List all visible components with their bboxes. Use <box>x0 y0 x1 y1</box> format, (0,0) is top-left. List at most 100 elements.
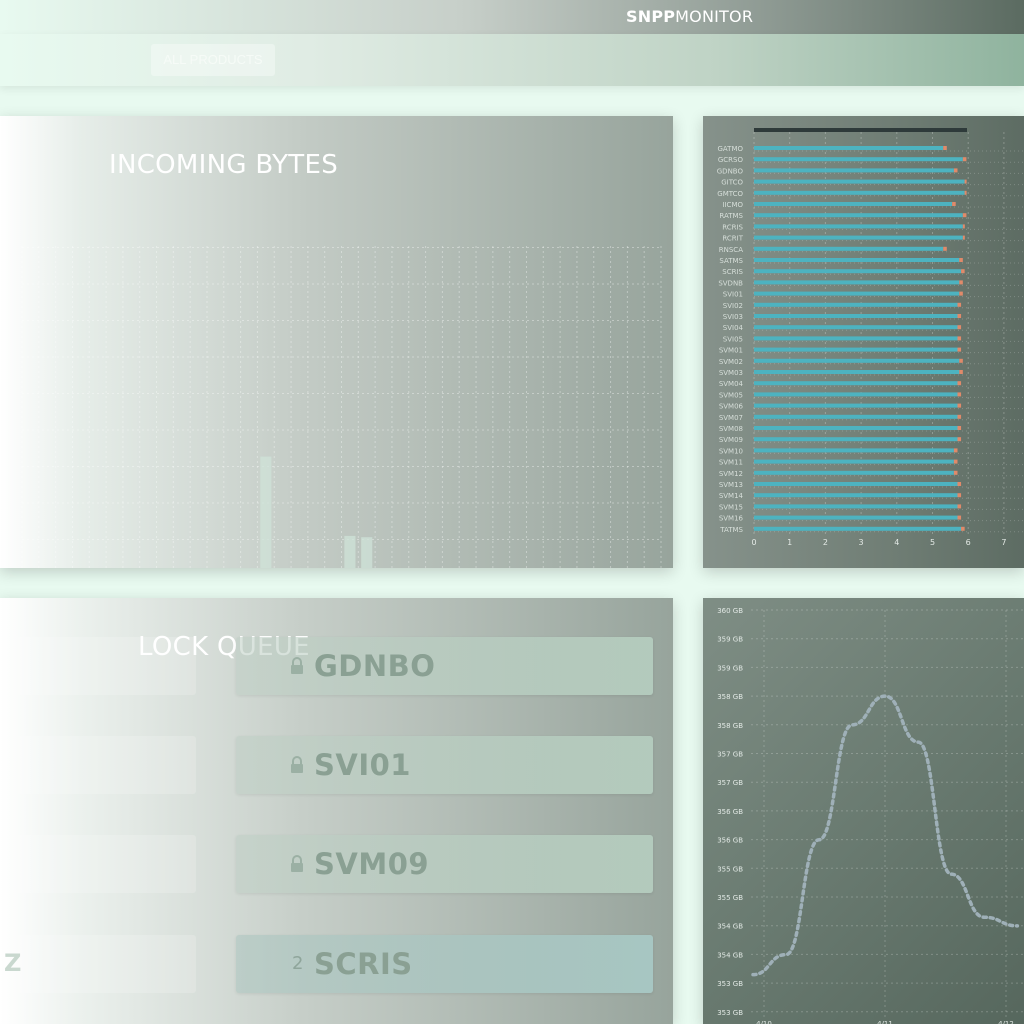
bar <box>754 482 958 486</box>
lock-item-name: SCRIS <box>314 947 413 981</box>
bar-tail <box>959 370 963 374</box>
bar-tail <box>959 291 963 296</box>
x-tick-label: 6 <box>966 538 971 547</box>
bar <box>754 235 963 240</box>
bar <box>754 202 953 206</box>
lock-queue-left-slot[interactable]: Z <box>0 935 196 993</box>
lock-queue-left-slot[interactable] <box>0 736 196 794</box>
lock-queue-left-stub: Z <box>4 949 22 977</box>
y-tick-label: SVI02 <box>723 302 743 310</box>
y-tick-label: GITCO <box>721 179 743 187</box>
lock-queue-panel: LOCK QUEUE Z GDNBO SVI01 SVM09 2 SCRIS <box>0 598 673 1024</box>
y-tick-label: RATMS <box>719 212 743 220</box>
x-tick-label: 2 <box>823 538 828 547</box>
lock-icon <box>291 855 303 872</box>
y-tick-label: 355 GB <box>717 865 743 873</box>
bar <box>754 213 963 218</box>
bar <box>754 370 960 374</box>
bar-tail <box>959 258 963 262</box>
bar-tail <box>959 358 963 363</box>
lock-queue-item[interactable]: SVM09 <box>236 835 653 893</box>
y-tick-label: SVM06 <box>719 403 744 411</box>
y-tick-label: IICMO <box>722 201 743 209</box>
y-tick-label: 354 GB <box>717 951 743 959</box>
bar <box>754 347 958 352</box>
y-tick-label: SCRIS <box>722 268 743 276</box>
x-tick-label: 7 <box>1001 538 1006 547</box>
top-bar: SNPPMONITOR <box>0 0 1024 34</box>
lock-queue-item[interactable]: GDNBO <box>236 637 653 695</box>
lock-queue-item[interactable]: 2 SCRIS <box>236 935 653 993</box>
x-tick-label: 0 <box>751 538 756 547</box>
bar <box>754 246 944 251</box>
bar <box>754 381 958 386</box>
bar <box>754 470 954 475</box>
y-tick-label: SVM16 <box>719 515 744 523</box>
lock-icon <box>291 657 303 674</box>
bar <box>754 459 954 464</box>
y-tick-label: RNSCA <box>719 246 743 254</box>
lock-queue-item[interactable]: SVI01 <box>236 736 653 794</box>
bar-tail <box>957 325 962 330</box>
brand-bold: SNPP <box>626 7 676 26</box>
bar <box>754 403 958 408</box>
bar <box>754 392 958 397</box>
lock-item-name: SVI01 <box>314 748 411 782</box>
bar-tail <box>957 381 962 386</box>
y-tick-label: SVM08 <box>719 425 743 433</box>
disk-usage-panel: 360 GB 359 GB 359 GB 358 GB 358 GB 357 GB 357 … <box>703 598 1024 1024</box>
disk-usage-chart: 360 GB 359 GB 359 GB 358 GB 358 GB 357 GB 357 … <box>717 607 1024 1024</box>
bar-tail <box>957 493 962 498</box>
y-tick-label: GMTCO <box>717 190 743 198</box>
lock-item-name: SVM09 <box>314 847 430 881</box>
x-tick-label: 4 <box>894 538 899 547</box>
bar <box>754 336 958 341</box>
y-tick-label: 360 GB <box>717 607 743 615</box>
lock-queue-left-slot[interactable] <box>0 835 196 893</box>
bar-tail <box>957 336 962 341</box>
bar <box>754 325 958 330</box>
bar <box>754 280 960 285</box>
y-tick-label: 353 GB <box>717 980 743 988</box>
bar-tail <box>953 470 958 475</box>
bar-tail <box>959 280 963 285</box>
lock-icon <box>291 756 303 773</box>
bar-tail <box>953 459 958 464</box>
x-tick-label: 4/11 <box>877 1020 893 1024</box>
y-tick-label: SVM11 <box>719 459 743 467</box>
bar <box>260 456 272 568</box>
bar <box>754 448 954 453</box>
bar-tail <box>957 437 962 442</box>
bar-tail <box>964 190 967 195</box>
y-tick-label: SVM15 <box>719 503 743 511</box>
y-tick-label: TATMS <box>719 526 743 534</box>
bar <box>754 190 965 195</box>
bar <box>754 314 958 318</box>
bar-tail <box>957 414 962 419</box>
panel-title: INCOMING BYTES <box>109 150 339 180</box>
bar-tail <box>957 392 962 397</box>
y-tick-label: 359 GB <box>717 636 743 644</box>
y-tick-label: 359 GB <box>717 664 743 672</box>
app-brand[interactable]: SNPPMONITOR <box>626 7 753 26</box>
bar <box>344 535 356 568</box>
y-tick-label: 356 GB <box>717 837 743 845</box>
all-products-button[interactable]: ALL PRODUCTS <box>151 44 275 76</box>
bar-tail <box>964 179 967 184</box>
y-tick-label: SVM12 <box>719 470 743 478</box>
x-tick-label: 1 <box>787 538 792 547</box>
y-tick-label: SVM05 <box>719 391 743 399</box>
bar-tail <box>957 504 962 509</box>
bar <box>754 515 958 520</box>
y-tick-label: SVM04 <box>719 380 744 388</box>
bar-tail <box>961 269 965 274</box>
lock-queue-left-slot[interactable] <box>0 637 196 695</box>
queue-position: 2 <box>292 953 304 974</box>
bar <box>754 179 965 184</box>
bar-tail <box>957 302 962 307</box>
y-tick-label: 354 GB <box>717 923 743 931</box>
bar-tail <box>953 168 958 173</box>
bar <box>361 537 373 568</box>
bar <box>754 224 963 229</box>
bar-tail <box>957 426 962 430</box>
